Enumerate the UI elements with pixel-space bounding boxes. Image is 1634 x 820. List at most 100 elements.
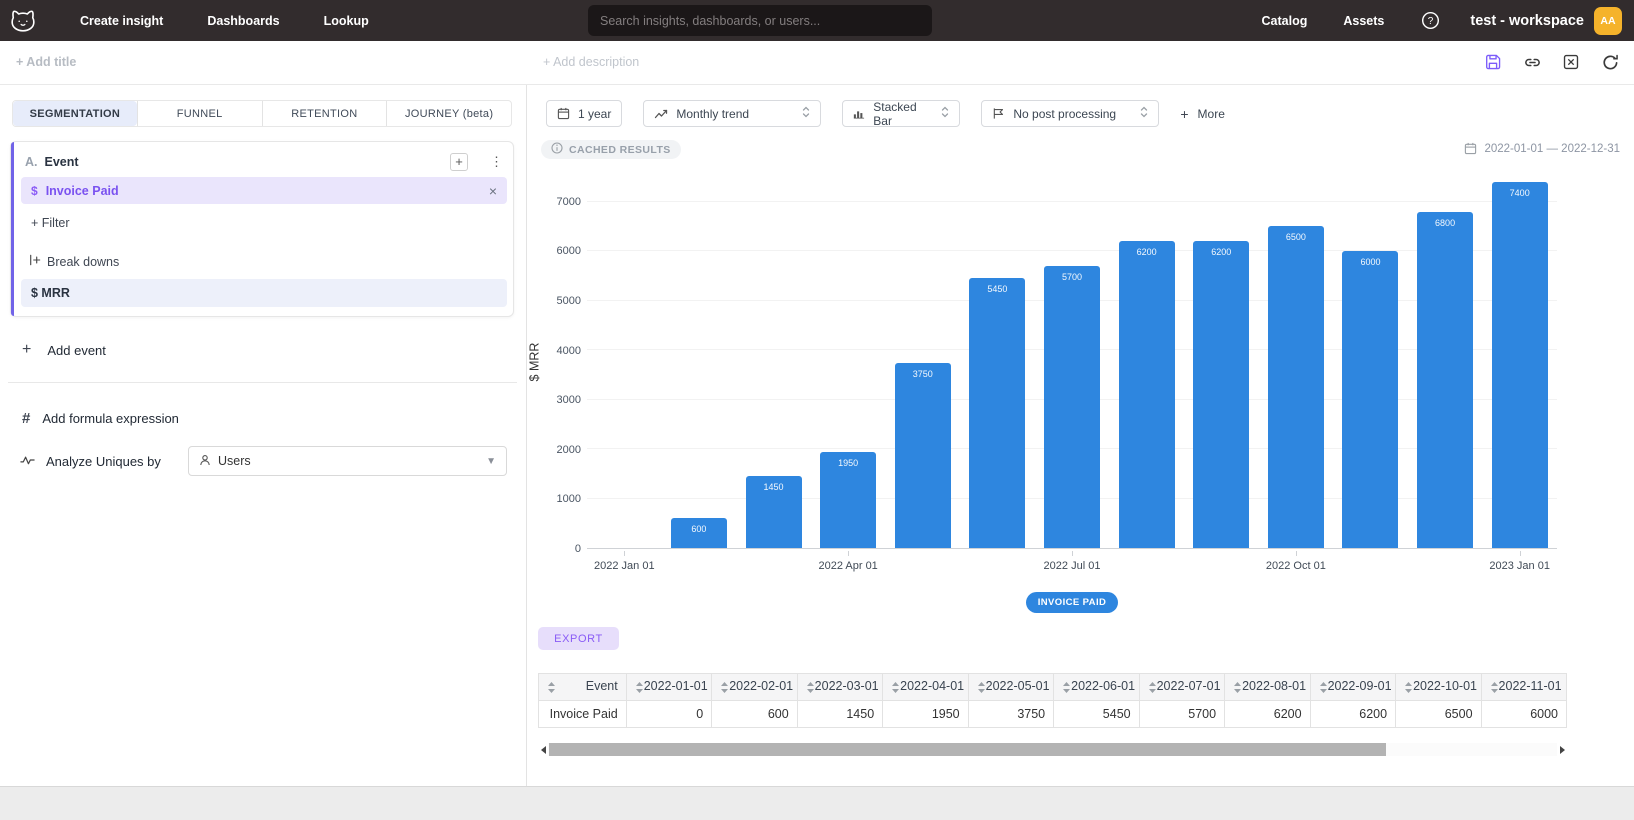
refresh-icon[interactable] [1600,52,1620,72]
event-card-header: A. Event + ⋮ [25,150,503,174]
add-event-button[interactable]: + Add event [22,341,106,359]
help-icon[interactable]: ? [1420,11,1440,31]
y-tick-label: 5000 [527,295,581,307]
table-header-2022-06-01[interactable]: 2022-06-01 [1054,674,1139,701]
add-title-button[interactable]: + Add title [16,55,76,69]
chart-legend: INVOICE PAID [587,592,1557,613]
event-menu-icon[interactable]: ⋮ [490,154,503,170]
scroll-left-icon[interactable] [538,742,548,757]
nav-catalog[interactable]: Catalog [1262,14,1308,28]
nav-assets[interactable]: Assets [1343,14,1384,28]
table-header-2022-02-01[interactable]: 2022-02-01 [712,674,797,701]
chart-type-select[interactable]: Stacked Bar [842,100,960,127]
table-horizontal-scrollbar[interactable] [538,742,1567,757]
table-header-2022-07-01[interactable]: 2022-07-01 [1139,674,1224,701]
gridline [587,250,1557,251]
save-icon[interactable] [1483,52,1503,72]
bar-value-label: 3750 [895,369,951,379]
bar-2022-12-01[interactable]: 6800 [1417,212,1473,548]
scroll-right-icon[interactable] [1557,742,1567,757]
table-header-event[interactable]: Event [539,674,627,701]
table-header-2022-09-01[interactable]: 2022-09-01 [1310,674,1395,701]
table-header-2022-05-01[interactable]: 2022-05-01 [968,674,1053,701]
bar-value-label: 6500 [1268,232,1324,242]
selected-event-row[interactable]: $ Invoice Paid × [21,177,507,204]
table-header-2022-10-01[interactable]: 2022-10-01 [1396,674,1481,701]
post-processing-value: No post processing [1013,107,1116,121]
x-tick-label: 2022 Jul 01 [1044,560,1101,572]
clear-icon[interactable] [1561,52,1581,72]
table-header-2022-04-01[interactable]: 2022-04-01 [883,674,968,701]
selected-event-name: Invoice Paid [46,184,119,198]
scrollbar-track[interactable] [548,743,1557,756]
bar-2022-06-01[interactable]: 5450 [969,278,1025,548]
more-button[interactable]: + More [1180,106,1225,122]
analyze-by-value: Users [218,454,251,468]
table-cell-event: Invoice Paid [539,701,627,728]
table-header-2022-08-01[interactable]: 2022-08-01 [1225,674,1310,701]
nav-create-insight[interactable]: Create insight [80,14,163,28]
table-cell-value: 600 [712,701,797,728]
bar-value-label: 6200 [1119,247,1175,257]
y-tick-label: 0 [527,543,581,555]
table-cell-value: 1950 [883,701,968,728]
result-date-range: 2022-01-01 — 2022-12-31 [1464,142,1620,155]
bar-2022-10-01[interactable]: 6500 [1268,226,1324,548]
tab-segmentation[interactable]: SEGMENTATION [13,101,137,126]
link-icon[interactable] [1522,52,1542,72]
nav-lookup[interactable]: Lookup [324,14,369,28]
add-formula-label: Add formula expression [42,411,179,426]
event-type-icon: $ [31,184,38,198]
x-tick-mark [624,551,625,556]
bar-value-label: 600 [671,524,727,534]
add-formula-button[interactable]: # Add formula expression [22,410,179,427]
insight-toolbar: + Add title + Add description [0,41,1634,85]
spinner-chevrons-icon [941,105,949,122]
chart-type-value: Stacked Bar [873,100,933,128]
analyze-by-select[interactable]: Users ▼ [188,446,507,476]
bar-2023-01-01[interactable]: 7400 [1492,182,1548,548]
legend-item-invoice-paid[interactable]: INVOICE PAID [1026,592,1119,613]
bar-2022-04-01[interactable]: 1950 [820,452,876,548]
info-icon [551,142,563,157]
plus-icon: + [1180,106,1188,122]
tab-retention[interactable]: RETENTION [262,101,387,126]
avatar[interactable]: AA [1594,7,1622,35]
add-filter-button[interactable]: + Filter [31,216,70,230]
divider [8,382,517,383]
bar-2022-05-01[interactable]: 3750 [895,363,951,549]
date-range-button[interactable]: 1 year [546,100,622,127]
duplicate-event-icon[interactable]: + [450,153,468,171]
table-header-2022-03-01[interactable]: 2022-03-01 [797,674,882,701]
bar-2022-09-01[interactable]: 6200 [1193,241,1249,548]
tab-funnel[interactable]: FUNNEL [137,101,262,126]
breakdown-property-label: $ MRR [31,286,70,300]
breakdown-property-row[interactable]: $ MRR [21,279,507,307]
analyze-uniques-row: Analyze Uniques by [20,454,161,469]
results-panel: 1 year Monthly trend Stacked Bar No post… [526,85,1634,786]
bar-2022-03-01[interactable]: 1450 [746,476,802,548]
search-input[interactable] [588,5,932,36]
add-description-button[interactable]: + Add description [543,55,639,69]
bar-value-label: 5700 [1044,272,1100,282]
bar-2022-08-01[interactable]: 6200 [1119,241,1175,548]
bar-2022-02-01[interactable]: 600 [671,518,727,548]
tab-journey[interactable]: JOURNEY (beta) [386,101,511,126]
bar-2022-07-01[interactable]: 5700 [1044,266,1100,548]
post-processing-select[interactable]: No post processing [981,100,1159,127]
table-header-2022-11-01[interactable]: 2022-11-01 [1481,674,1566,701]
nav-dashboards[interactable]: Dashboards [207,14,279,28]
breakdowns-button[interactable]: Break downs [29,254,119,269]
bar-2022-11-01[interactable]: 6000 [1342,251,1398,548]
table-row: Invoice Paid0600145019503750545057006200… [539,701,1567,728]
workspace-menu[interactable]: test - workspace AA [1470,7,1622,35]
table-cell-value: 6000 [1481,701,1566,728]
export-button[interactable]: EXPORT [538,627,619,650]
trend-select[interactable]: Monthly trend [643,100,821,127]
scrollbar-thumb[interactable] [549,743,1386,756]
date-range-text: 2022-01-01 — 2022-12-31 [1484,143,1620,155]
date-range-value: 1 year [578,107,611,121]
cat-logo-icon[interactable] [10,9,36,33]
remove-event-icon[interactable]: × [489,183,497,199]
table-header-2022-01-01[interactable]: 2022-01-01 [626,674,711,701]
